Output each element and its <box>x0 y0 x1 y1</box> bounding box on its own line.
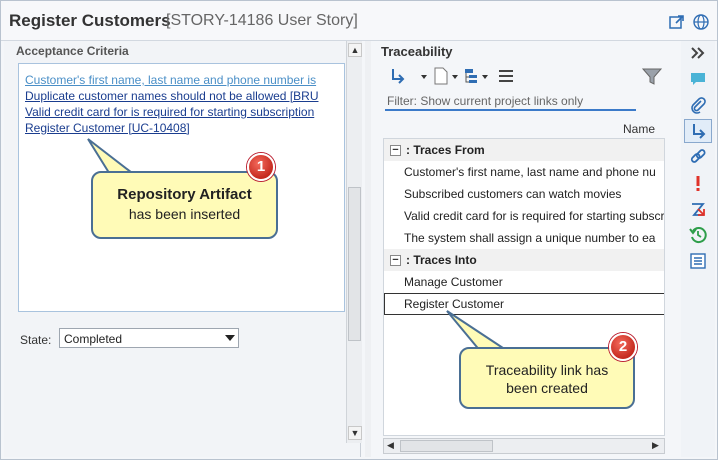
tree-item[interactable]: Subscribed customers can watch movies <box>384 183 664 205</box>
hierarchy-icon[interactable] <box>465 69 488 83</box>
tree-item[interactable]: Valid credit card for is required for st… <box>384 205 664 227</box>
comment-icon[interactable] <box>684 67 712 91</box>
traceability-title: Traceability <box>381 44 453 59</box>
criteria-link[interactable]: Duplicate customer names should not be a… <box>25 89 318 103</box>
callout-traceability-link: Traceability link has been created 2 <box>441 307 646 411</box>
tree-item[interactable]: Customer's first name, last name and pho… <box>384 161 664 183</box>
tree-item[interactable]: Manage Customer <box>384 271 664 293</box>
filter-input[interactable]: Filter: Show current project links only <box>385 93 636 111</box>
scroll-right-icon[interactable]: ▶ <box>649 439 662 453</box>
globe-icon[interactable] <box>692 13 710 31</box>
link-icon[interactable] <box>684 145 712 169</box>
collapse-icon[interactable]: − <box>390 255 401 266</box>
scroll-thumb[interactable] <box>400 440 493 452</box>
title-bar: Register Customers [STORY-14186 User Sto… <box>1 1 717 41</box>
history-icon[interactable] <box>684 223 712 247</box>
step-badge: 1 <box>247 153 275 181</box>
scroll-left-icon[interactable]: ◀ <box>384 439 397 453</box>
callout-text: been created <box>506 380 588 396</box>
artifact-id: [STORY-14186 User Story] <box>166 12 358 29</box>
criteria-link[interactable]: Valid credit card for is required for st… <box>25 105 314 119</box>
callout-repository-artifact: Repository Artifact has been inserted 1 <box>81 131 291 243</box>
scroll-up-icon[interactable]: ▲ <box>348 43 362 57</box>
exclamation-icon[interactable] <box>684 171 712 195</box>
pop-out-icon[interactable] <box>668 13 686 31</box>
side-toolbar <box>681 41 715 457</box>
chevrons-right-icon[interactable] <box>684 41 712 65</box>
menu-icon[interactable] <box>499 70 513 82</box>
filter-icon[interactable] <box>641 68 663 85</box>
pane-splitter[interactable] <box>365 41 371 457</box>
callout-text: has been inserted <box>128 206 241 222</box>
acceptance-criteria-header: Acceptance Criteria <box>16 44 129 58</box>
new-document-icon[interactable] <box>434 67 458 85</box>
group-traces-from[interactable]: − : Traces From <box>384 139 664 161</box>
attachment-icon[interactable] <box>684 93 712 117</box>
properties-pane: Acceptance Criteria Customer's first nam… <box>4 41 362 457</box>
callout-heading: Repository Artifact <box>117 186 252 203</box>
callout-heading: Traceability link has <box>485 362 609 378</box>
trace-arrow-icon[interactable] <box>684 197 712 221</box>
scroll-thumb[interactable] <box>348 187 361 341</box>
trace-link-icon[interactable] <box>684 119 712 143</box>
scroll-down-icon[interactable]: ▼ <box>348 426 362 440</box>
state-dropdown[interactable]: Completed <box>59 328 239 348</box>
criteria-link[interactable]: Customer's first name, last name and pho… <box>25 73 316 87</box>
state-value: Completed <box>64 332 123 346</box>
trace-arrow-icon[interactable] <box>392 69 427 84</box>
column-header-name[interactable]: Name <box>383 121 665 137</box>
vertical-scrollbar[interactable]: ▲ ▼ <box>346 41 362 443</box>
chevron-down-icon <box>225 335 235 341</box>
state-label: State: <box>20 333 52 347</box>
horizontal-scrollbar[interactable]: ◀ ▶ <box>383 438 665 454</box>
step-badge: 2 <box>609 333 637 361</box>
traceability-toolbar <box>392 67 663 85</box>
page-title: Register Customers <box>9 11 171 30</box>
group-traces-into[interactable]: − : Traces Into <box>384 249 664 271</box>
window-frame: Register Customers [STORY-14186 User Sto… <box>0 0 718 460</box>
tree-item[interactable]: The system shall assign a unique number … <box>384 227 664 249</box>
collapse-icon[interactable]: − <box>390 145 401 156</box>
list-icon[interactable] <box>684 249 712 273</box>
